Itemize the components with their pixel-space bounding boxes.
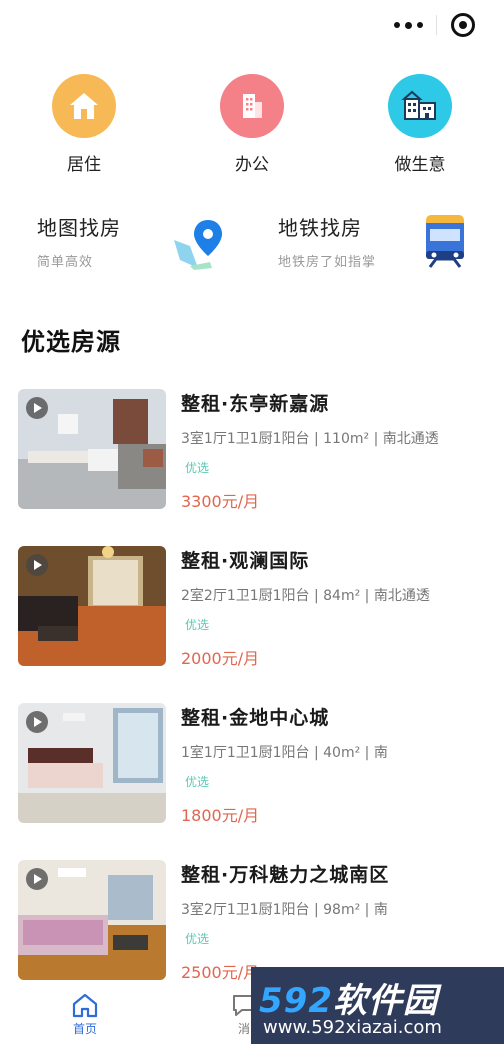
more-dots-icon[interactable] [382,8,436,42]
listing-card[interactable]: 整租·金地中心城 1室1厅1卫1厨1阳台 | 40m² | 南 优选 1800元… [18,703,488,825]
office-building-icon [220,74,284,138]
map-search-entry[interactable]: 地图找房 简单高效 [37,212,121,278]
listing-card[interactable]: 整租·东亭新嘉源 3室1厅1卫1厨1阳台 | 110m² | 南北通透 优选 3… [18,389,488,511]
house-icon [52,74,116,138]
listing-name: 整租·万科魅力之城南区 [181,864,390,886]
listing-tag: 优选 [185,461,210,475]
video-play-icon[interactable] [26,711,48,733]
listing-name: 整租·东亭新嘉源 [181,393,330,415]
map-search-subtitle: 简单高效 [37,255,94,270]
video-play-icon[interactable] [26,868,48,890]
category-label: 办公 [235,155,269,175]
listing-photo[interactable] [18,703,166,823]
tab-home-label: 首页 [72,1022,97,1036]
metro-search-entry[interactable]: 地铁找房 地铁房了如指掌 [278,212,376,278]
listing-card[interactable]: 整租·观澜国际 2室2厅1卫1厨1阳台 | 84m² | 南北通透 优选 200… [18,546,488,668]
map-search-title: 地图找房 [37,216,121,240]
category-label: 居住 [67,155,101,175]
listing-tag: 优选 [185,618,210,632]
listing-name: 整租·金地中心城 [181,707,330,729]
tab-home[interactable]: 首页 [55,992,115,1037]
video-play-icon[interactable] [26,397,48,419]
video-play-icon[interactable] [26,554,48,576]
listing-photo[interactable] [18,860,166,980]
listing-photo[interactable] [18,389,166,509]
tab-messages-label: 消 [237,1022,250,1036]
listing-price: 3300元/月 [181,492,260,511]
listing-photo[interactable] [18,546,166,666]
site-watermark: 592软件园 www.592xiazai.com [251,967,504,1044]
category-residential[interactable]: 居住 [0,74,168,175]
listing-tag: 优选 [185,932,210,946]
section-title: 优选房源 [21,328,121,356]
listing-name: 整租·观澜国际 [181,550,310,572]
category-row: 居住 办公 做生意 [0,74,504,175]
category-office[interactable]: 办公 [168,74,336,175]
target-close-icon[interactable] [436,8,490,42]
map-pin-icon[interactable] [172,216,228,272]
mini-program-capsule [382,8,490,42]
metro-search-subtitle: 地铁房了如指掌 [278,255,377,270]
metro-search-title: 地铁找房 [278,216,362,240]
watermark-url: www.592xiazai.com [263,1017,442,1038]
listing-spec: 2室2厅1卫1厨1阳台 | 84m² | 南北通透 [181,588,430,604]
listing-price: 1800元/月 [181,806,260,825]
category-business[interactable]: 做生意 [336,74,504,175]
category-label: 做生意 [394,155,446,175]
listing-spec: 3室1厅1卫1厨1阳台 | 110m² | 南北通透 [181,431,439,447]
shop-icon [388,74,452,138]
metro-train-icon[interactable] [424,213,466,269]
listing-spec: 1室1厅1卫1厨1阳台 | 40m² | 南 [181,745,388,761]
home-icon [72,993,98,1018]
listing-card[interactable]: 整租·万科魅力之城南区 3室2厅1卫1厨1阳台 | 98m² | 南 优选 25… [18,860,488,982]
watermark-brand-number: 592 [259,981,333,1021]
listing-price: 2000元/月 [181,649,260,668]
listing-spec: 3室2厅1卫1厨1阳台 | 98m² | 南 [181,902,388,918]
watermark-brand-text: 软件园 [332,981,438,1021]
listing-tag: 优选 [185,775,210,789]
